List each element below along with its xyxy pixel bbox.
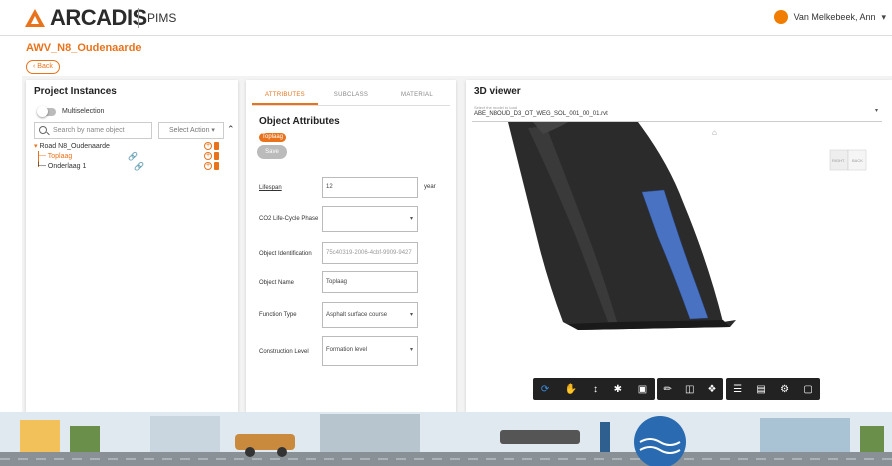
lifespan-unit: year: [424, 184, 436, 190]
footer-illustration: [0, 412, 892, 466]
viewer-toolbar-navigation: ⟳ ✋ ↕ ✱ ▣: [533, 378, 655, 400]
walk-icon[interactable]: ✱: [614, 384, 622, 395]
tree-item-road[interactable]: ▾ Road N8_Oudenaarde: [34, 142, 110, 151]
tree-branch-icon: └─: [36, 163, 46, 170]
co2-phase-label: CO2 Life-Cycle Phase: [259, 216, 319, 222]
object-name-input[interactable]: Toplaag: [322, 271, 418, 293]
3d-canvas[interactable]: ⌂ RIGHT BACK: [468, 122, 892, 410]
tree-item-onderlaag[interactable]: └─ Onderlaag 1: [36, 162, 86, 171]
measure-icon[interactable]: ✏: [664, 384, 672, 395]
user-menu[interactable]: Van Melkebeek, Ann ▾: [773, 10, 886, 24]
object-badge: Toplaag: [259, 133, 287, 142]
viewer-toolbar-tools: ✏ ◫ ❖: [657, 378, 723, 400]
avatar: [773, 10, 788, 24]
link-icon[interactable]: 🔗: [128, 152, 138, 161]
tab-material[interactable]: MATERIAL: [384, 84, 450, 105]
add-icon[interactable]: +: [204, 162, 212, 170]
construction-level-select[interactable]: Formation level ▾: [322, 336, 418, 366]
attributes-tabs: ATTRIBUTES SUBCLASS MATERIAL: [252, 84, 450, 106]
explode-icon[interactable]: ❖: [708, 384, 717, 395]
object-attributes-title: Object Attributes: [259, 116, 340, 127]
search-icon: [39, 126, 47, 134]
back-label: Back: [37, 63, 53, 70]
tree-item-label: Road N8_Oudenaarde: [39, 143, 110, 150]
tree-item-label: Toplaag: [47, 153, 73, 160]
row-actions: +: [204, 142, 219, 150]
add-icon[interactable]: +: [204, 152, 212, 160]
model-select-value: ABE_N8OUD_D3_OT_WEG_SOL_001_00_01.rvt: [474, 111, 608, 117]
orbit-icon[interactable]: ⟳: [541, 384, 549, 395]
view-cube-back-label: BACK: [852, 158, 863, 163]
city-illustration: [0, 414, 892, 466]
lifespan-input[interactable]: 12: [322, 177, 418, 198]
collapse-chevron-icon[interactable]: ⌃: [227, 124, 235, 135]
expand-arrow-icon: ▾: [34, 143, 38, 150]
chevron-down-icon: ▾: [881, 11, 886, 22]
search-placeholder: Search by name object: [53, 127, 125, 134]
delete-icon[interactable]: [214, 162, 219, 170]
user-name: Van Melkebeek, Ann: [793, 12, 876, 22]
tab-subclass[interactable]: SUBCLASS: [318, 84, 384, 105]
lifespan-label: Lifespan: [259, 185, 282, 191]
model-select[interactable]: Select the model to load ABE_N8OUD_D3_OT…: [472, 104, 882, 122]
chevron-down-icon: ▾: [874, 108, 878, 114]
viewer-title: 3D viewer: [474, 86, 521, 97]
viewer-toolbar-settings: ☰ ▤ ⚙ ▢: [726, 378, 820, 400]
settings-icon[interactable]: ⚙: [780, 384, 789, 395]
panel-title: Project Instances: [34, 86, 117, 97]
construction-level-value: Formation level: [326, 347, 368, 353]
pan-icon[interactable]: ✋: [565, 384, 577, 395]
multiselection-label: Multiselection: [62, 108, 105, 115]
model-select-hint: Select the model to load: [474, 105, 517, 110]
back-button[interactable]: ‹ Back: [26, 60, 60, 74]
project-instances-panel: Project Instances Multiselection Search …: [26, 80, 238, 412]
function-type-value: Asphalt surface course: [326, 312, 388, 318]
construction-level-label: Construction Level: [259, 349, 309, 355]
delete-icon[interactable]: [214, 152, 219, 160]
tree-branch-icon: └─: [36, 153, 46, 160]
top-bar: ARCADIS PIMS Van Melkebeek, Ann ▾: [0, 0, 892, 36]
row-actions: +: [204, 152, 219, 160]
back-chevron-icon: ‹: [33, 63, 36, 70]
chevron-down-icon: ▾: [409, 312, 413, 318]
chevron-down-icon: ▾: [409, 216, 413, 222]
divider: [138, 8, 139, 28]
app-name: PIMS: [147, 11, 177, 25]
delete-icon[interactable]: [214, 142, 219, 150]
tab-attributes[interactable]: ATTRIBUTES: [252, 84, 318, 105]
object-name-label: Object Name: [259, 280, 295, 286]
view-cube[interactable]: RIGHT BACK: [828, 146, 868, 176]
object-id-label: Object Identification: [259, 251, 312, 257]
section-icon[interactable]: ◫: [685, 384, 694, 395]
properties-icon[interactable]: ▤: [756, 384, 765, 395]
select-action-label: Select Action: [169, 127, 210, 134]
toggle-knob: [37, 106, 48, 117]
zoom-icon[interactable]: ↕: [593, 384, 598, 395]
camera-icon[interactable]: ▣: [638, 384, 647, 395]
multiselection-toggle[interactable]: [37, 106, 56, 117]
tree-item-label: Onderlaag 1: [47, 163, 87, 170]
link-icon[interactable]: 🔗: [134, 162, 144, 171]
object-id-field: 75c40319-2006-4cbf-9909-9427: [322, 242, 418, 264]
fullscreen-icon[interactable]: ▢: [803, 384, 812, 395]
row-actions: +: [204, 162, 219, 170]
chevron-down-icon: ▾: [211, 127, 215, 134]
page-title: AWV_N8_Oudenaarde: [26, 42, 142, 54]
arcadis-logo[interactable]: ARCADIS: [24, 6, 147, 30]
chevron-down-icon: ▾: [409, 347, 413, 353]
function-type-label: Function Type: [259, 312, 297, 318]
brand-name: ARCADIS: [50, 5, 147, 30]
arcadis-logo-icon: [25, 9, 45, 27]
co2-phase-select[interactable]: ▾: [322, 206, 418, 232]
function-type-select[interactable]: Asphalt surface course ▾: [322, 302, 418, 328]
view-cube-right-label: RIGHT: [832, 158, 845, 163]
home-icon[interactable]: ⌂: [712, 128, 717, 137]
select-action-dropdown[interactable]: Select Action ▾: [158, 122, 224, 139]
model-browser-icon[interactable]: ☰: [733, 384, 742, 395]
search-input[interactable]: Search by name object: [34, 122, 152, 139]
add-icon[interactable]: +: [204, 142, 212, 150]
save-button[interactable]: Save: [257, 145, 287, 159]
tree-item-toplaag[interactable]: └─ Toplaag: [36, 152, 72, 161]
